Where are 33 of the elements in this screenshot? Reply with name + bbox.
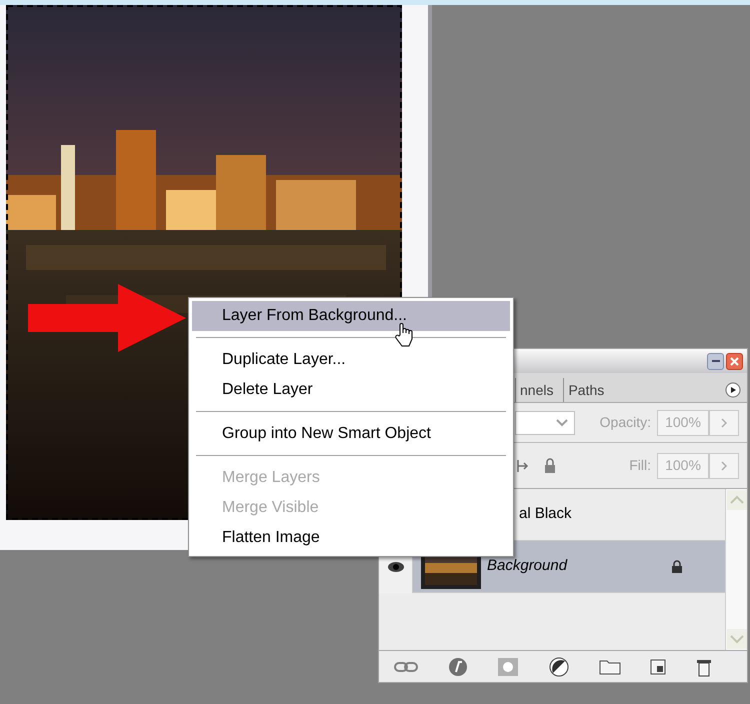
fill-label: Fill: [629,456,651,475]
scrollbar[interactable] [725,489,747,650]
chevron-down-icon[interactable] [726,628,748,650]
close-button[interactable] [726,352,743,370]
adjustment-icon[interactable] [548,656,569,676]
lock-icon[interactable] [543,458,557,474]
fill-slider-button[interactable] [709,452,739,478]
chevron-up-icon[interactable] [726,489,748,511]
chevron-down-icon [556,418,568,428]
folder-icon[interactable] [598,658,621,674]
panel-tab[interactable]: nnels [515,378,558,402]
move-lock-icon[interactable] [515,458,529,474]
opacity-label: Opacity: [600,413,651,432]
menu-item[interactable]: Layer From Background... [192,301,510,331]
caret-right-icon [721,460,727,470]
layer-name: Background [487,556,568,576]
menu-item[interactable]: Group into New Smart Object [192,419,510,449]
caret-right-icon [721,418,727,428]
effects-icon[interactable] [448,656,468,676]
blend-mode-field[interactable] [515,410,575,434]
panel-tab[interactable]: Paths [563,378,608,402]
layer-name: al Black [519,504,572,524]
minimize-button[interactable] [707,352,724,370]
menu-item[interactable]: Delete Layer [192,375,510,405]
arrow-icon [28,284,186,352]
eye-icon [386,560,404,572]
lock-icon [671,560,683,574]
opacity-slider-button[interactable] [709,410,739,436]
link-icon[interactable] [394,660,418,672]
new-layer-icon[interactable] [650,658,666,674]
panel-menu-icon[interactable] [725,382,741,398]
menu-item[interactable]: Duplicate Layer... [192,345,510,375]
close-icon [730,356,739,366]
